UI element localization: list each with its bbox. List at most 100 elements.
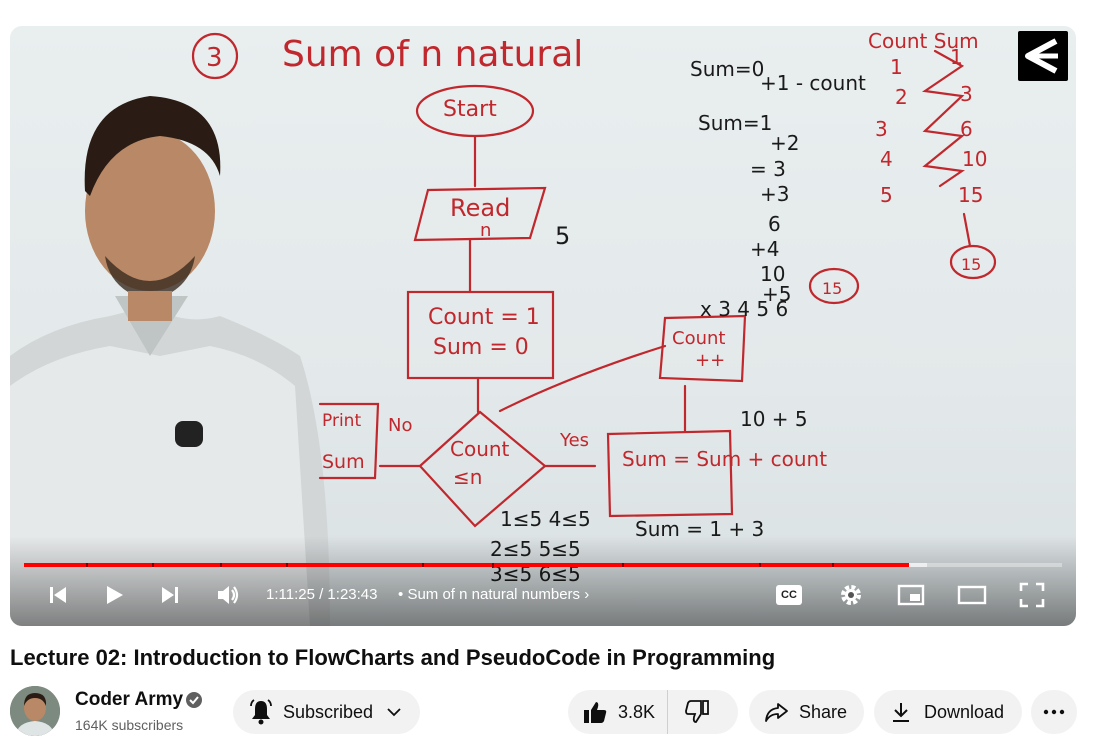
video-title: Lecture 02: Introduction to FlowCharts a… [10,645,776,670]
svg-text:2: 2 [895,85,908,109]
subscribed-label: Subscribed [283,701,374,722]
miniplayer-button[interactable] [892,577,930,613]
flowchart-text: 3 Sum of n natural Start Read n 5 Count … [206,29,979,489]
svg-text:15: 15 [958,183,983,207]
svg-text:3: 3 [875,117,888,141]
channel-name[interactable]: Coder Army [75,689,183,711]
video-player[interactable]: 3 Sum of n natural Start Read n 5 Count … [10,26,1076,626]
download-icon [893,703,909,722]
svg-text:Yes: Yes [559,430,589,451]
chapter-title-button[interactable]: • Sum of n natural numbers › [398,586,589,603]
svg-text:+1 - count: +1 - count [760,71,866,95]
fullscreen-button[interactable] [1012,577,1052,613]
subscriber-count: 164K subscribers [75,717,184,733]
play-button[interactable] [96,577,132,613]
svg-text:4: 4 [880,147,893,171]
svg-text:Print: Print [322,411,361,431]
chapter-marker [422,563,424,567]
chapter-marker [832,563,834,567]
svg-text:Read: Read [450,194,510,222]
chapter-marker [622,563,624,567]
svg-text:Sum = Sum + count: Sum = Sum + count [622,447,827,471]
channel-watermark-logo[interactable] [1018,31,1068,81]
chapter-separator: • [398,586,404,603]
svg-text:1: 1 [950,45,963,69]
share-button[interactable]: Share [749,690,864,734]
trace-notes: Sum=0 +1 - count Sum=1 +2 = 3 +3 6 +4 10… [490,57,866,586]
svg-text:+3: +3 [760,182,789,206]
fullscreen-icon [1019,582,1045,608]
svg-text:= 3: = 3 [750,157,786,181]
like-button[interactable]: 3.8K [568,690,669,734]
chapter-marker [86,563,88,567]
like-dislike-group: 3.8K [568,690,738,734]
svg-text:15: 15 [822,279,842,298]
time-display: 1:11:25 / 1:23:43 [266,586,378,603]
watermark-arrow-icon [1025,38,1058,74]
chevron-down-icon [387,708,401,717]
subscribed-button[interactable]: Subscribed [233,690,420,734]
svg-text:1: 1 [890,55,903,79]
volume-button[interactable] [210,577,246,613]
verified-badge-icon [186,692,202,708]
settings-button[interactable] [832,577,870,613]
chapter-marker [286,563,288,567]
svg-text:x 3 4 5 6: x 3 4 5 6 [700,297,788,321]
svg-text:1≤5 4≤5: 1≤5 4≤5 [500,507,591,531]
svg-text:Count: Count [450,437,510,461]
svg-text:15: 15 [961,255,981,274]
svg-text:n: n [480,220,491,241]
svg-text:10: 10 [962,147,987,171]
play-icon [107,586,123,604]
svg-text:Start: Start [443,97,497,122]
svg-text:Sum=0: Sum=0 [690,57,764,81]
svg-text:5: 5 [555,222,570,250]
chapter-marker [152,563,154,567]
more-horizontal-icon [1043,709,1065,715]
channel-avatar[interactable] [10,686,60,736]
dislike-button[interactable] [668,690,710,734]
svg-text:No: No [388,415,412,436]
closed-captions-icon: CC [776,585,802,605]
theater-mode-button[interactable] [952,577,992,613]
svg-text:Count = 1: Count = 1 [428,305,540,330]
svg-text:Sum of n natural: Sum of n natural [282,34,583,75]
svg-text:3: 3 [206,43,223,73]
thumbs-up-icon [584,702,607,723]
svg-text:6: 6 [960,117,973,141]
svg-text:Sum: Sum [322,451,365,473]
svg-text:6: 6 [768,212,781,236]
svg-text:10 + 5: 10 + 5 [740,407,808,431]
thumbs-down-icon [685,700,709,723]
download-button[interactable]: Download [874,690,1022,734]
svg-text:Sum=1: Sum=1 [698,111,772,135]
chevron-right-icon: › [584,586,590,603]
miniplayer-icon [897,584,925,606]
share-icon [765,703,788,722]
svg-text:≤n: ≤n [453,465,482,489]
captions-button[interactable]: CC [770,577,808,613]
next-button[interactable] [152,577,188,613]
chapter-marker [759,563,761,567]
svg-text:Count: Count [672,328,725,349]
share-label: Share [799,701,848,722]
progress-played [24,563,910,567]
progress-bar[interactable] [24,563,1062,567]
chapter-marker [492,563,494,567]
avatar-image [10,686,60,736]
skip-next-icon [162,587,178,603]
chapter-title: Sum of n natural numbers [407,586,581,603]
theater-mode-icon [957,585,987,605]
skip-previous-icon [50,587,66,603]
chapter-marker [220,563,222,567]
volume-icon [218,586,239,604]
more-actions-button[interactable] [1031,690,1077,734]
svg-text:3: 3 [960,82,973,106]
svg-text:+4: +4 [750,237,779,261]
download-label: Download [924,701,1005,722]
like-count: 3.8K [618,701,656,722]
previous-button[interactable] [40,577,76,613]
svg-text:++: ++ [695,350,725,371]
gear-icon [841,585,861,605]
svg-text:5: 5 [880,183,893,207]
